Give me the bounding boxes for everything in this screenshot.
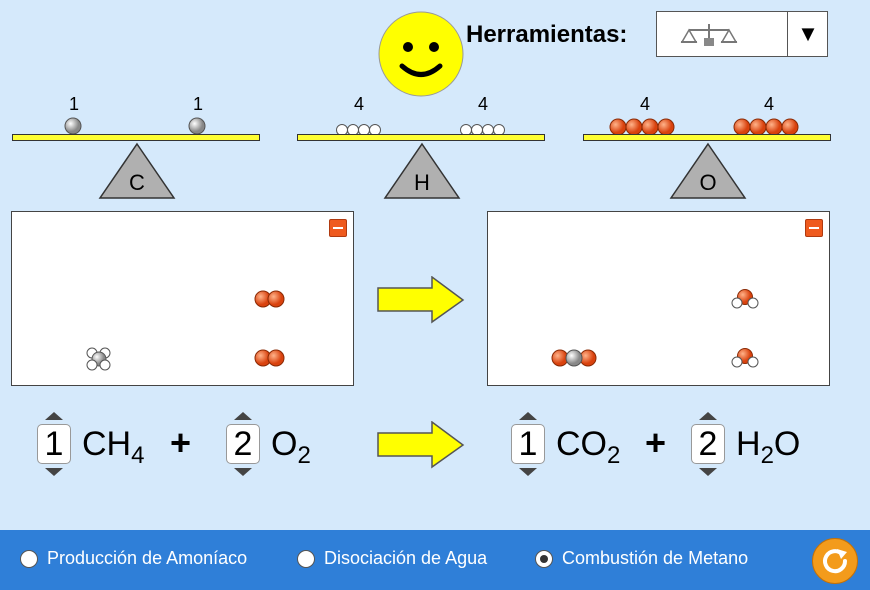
coefficient-value[interactable]: 2: [226, 424, 260, 464]
oxygen-molecule[interactable]: [254, 349, 286, 367]
radio-option-ammonia[interactable]: Producción de Amoníaco: [20, 548, 247, 569]
radio-label: Disociación de Agua: [324, 548, 488, 568]
coefficient-value[interactable]: 1: [511, 424, 545, 464]
balance-hydrogen: 4 4 H: [297, 90, 547, 200]
reset-button[interactable]: [812, 538, 858, 584]
balance-scale-icon: [680, 24, 738, 46]
reset-icon: [823, 549, 848, 574]
hydrogen-right-count: 4: [477, 94, 488, 114]
smiley-face-icon: [378, 11, 464, 97]
radio-label: Combustión de Metano: [562, 548, 749, 568]
co2-formula: CO2: [556, 425, 621, 469]
radio-button-selected[interactable]: [535, 549, 553, 568]
reactants-panel: [11, 211, 354, 386]
balance-carbon: 1 1 C: [12, 90, 262, 200]
increment-arrow-icon[interactable]: [519, 412, 537, 420]
oxygen-left-count: 4: [639, 94, 650, 114]
oxygen-formula: O2: [271, 425, 311, 469]
carbon-label: C: [129, 170, 145, 195]
water-molecule[interactable]: [730, 288, 760, 310]
coefficient-spinner-water[interactable]: 2: [690, 410, 728, 478]
equation-arrow-icon: [377, 421, 465, 469]
tools-dropdown[interactable]: ▼: [656, 11, 828, 57]
balance-oxygen: 4 4 O: [583, 90, 833, 200]
coefficient-spinner-methane[interactable]: 1: [36, 410, 74, 478]
oxygen-molecule[interactable]: [254, 290, 286, 308]
water-formula: H2O: [736, 425, 801, 469]
radio-button[interactable]: [297, 549, 315, 568]
carbon-left-count: 1: [68, 94, 79, 114]
coefficient-value[interactable]: 2: [691, 424, 725, 464]
carbon-atoms: [64, 117, 206, 135]
oxygen-beam: [583, 134, 831, 141]
triangle-down-icon[interactable]: ▼: [788, 12, 828, 56]
carbon-right-count: 1: [192, 94, 203, 114]
oxygen-right-count: 4: [763, 94, 774, 114]
radio-label: Producción de Amoníaco: [47, 548, 248, 568]
coefficient-value[interactable]: 1: [37, 424, 71, 464]
product-term-co2: 1 CO2: [510, 410, 620, 478]
coefficient-spinner-co2[interactable]: 1: [510, 410, 548, 478]
radio-option-methane[interactable]: Combustión de Metano: [535, 548, 748, 569]
methane-molecule[interactable]: [85, 346, 113, 372]
radio-option-water[interactable]: Disociación de Agua: [297, 548, 487, 569]
hydrogen-label: H: [414, 170, 430, 195]
footer-bar: Producción de Amoníaco Disociación de Ag…: [0, 530, 870, 590]
products-panel: [487, 211, 830, 386]
hydrogen-atoms: [336, 124, 505, 136]
oxygen-atoms: [609, 118, 799, 136]
reaction-arrow-icon: [377, 276, 465, 324]
carbon-beam: [12, 134, 260, 141]
hydrogen-left-count: 4: [353, 94, 364, 114]
product-term-water: 2 H2O: [690, 410, 800, 478]
decrement-arrow-icon[interactable]: [699, 468, 717, 476]
increment-arrow-icon[interactable]: [45, 412, 63, 420]
plus-sign: +: [645, 422, 667, 463]
plus-sign: +: [170, 422, 192, 463]
tools-label: Herramientas:: [466, 21, 628, 48]
increment-arrow-icon[interactable]: [234, 412, 252, 420]
methane-formula: CH4: [82, 425, 145, 469]
reactant-term-methane: 1 CH4: [36, 410, 144, 478]
decrement-arrow-icon[interactable]: [45, 468, 63, 476]
coefficient-spinner-oxygen[interactable]: 2: [225, 410, 263, 478]
decrement-arrow-icon[interactable]: [234, 468, 252, 476]
minimize-button[interactable]: [805, 219, 823, 237]
oxygen-label: O: [699, 170, 717, 195]
increment-arrow-icon[interactable]: [699, 412, 717, 420]
radio-button[interactable]: [20, 549, 38, 568]
water-molecule[interactable]: [730, 347, 760, 369]
hydrogen-beam: [297, 134, 545, 141]
carbon-dioxide-molecule[interactable]: [550, 348, 598, 368]
reactant-term-oxygen: 2 O2: [225, 410, 311, 478]
minimize-button[interactable]: [329, 219, 347, 237]
decrement-arrow-icon[interactable]: [519, 468, 537, 476]
